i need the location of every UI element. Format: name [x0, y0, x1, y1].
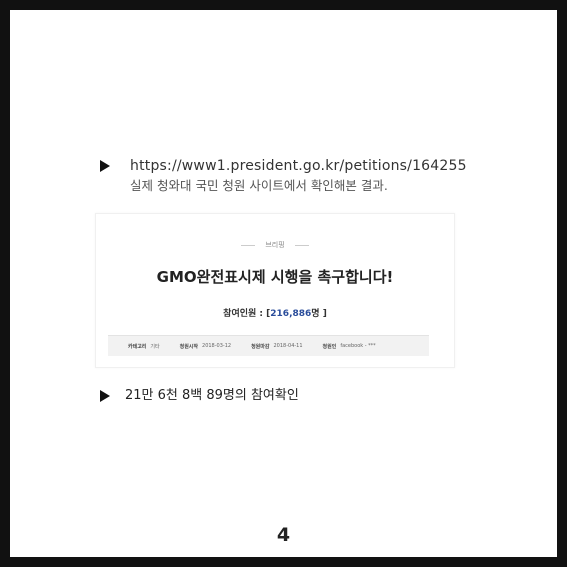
check-block: 21만 6천 8백 89명의 참여확인	[125, 387, 299, 404]
page-number: 4	[276, 524, 291, 546]
petition-screenshot: 브리핑 GMO완전표시제 시행을 촉구합니다! 참여인원 : [216,886명…	[95, 213, 455, 368]
info-label: 청원마감	[251, 343, 270, 350]
count-suffix: 명 ]	[311, 309, 327, 319]
info-label: 카테고리	[128, 343, 147, 350]
count-label: 참여인원 : [	[223, 309, 271, 319]
check-bullet: 21만 6천 8백 89명의 참여확인	[100, 387, 299, 404]
category-line: 브리핑	[96, 240, 454, 250]
info-petitioner: 청원인 facebook - ***	[323, 343, 376, 350]
petition-info-bar: 카테고리 기타 청원시작 2018-03-12 청원마감 2018-04-11 …	[108, 335, 429, 356]
info-label: 청원시작	[179, 343, 199, 350]
url-block: https://www1.president.go.kr/petitions/1…	[130, 157, 467, 195]
participation-check-text: 21만 6천 8백 89명의 참여확인	[125, 388, 299, 403]
url-caption: 실제 청와대 국민 청원 사이트에서 확인해본 결과.	[130, 178, 388, 193]
play-arrow-icon	[100, 160, 110, 172]
info-value: 2018-03-12	[202, 342, 232, 349]
info-start: 청원시작 2018-03-12	[180, 343, 231, 350]
info-label: 청원인	[322, 343, 337, 350]
url-bullet: https://www1.president.go.kr/petitions/1…	[100, 157, 467, 195]
petition-url[interactable]: https://www1.president.go.kr/petitions/1…	[130, 157, 467, 175]
play-arrow-icon	[100, 390, 110, 402]
participant-count: 참여인원 : [216,886명 ]	[96, 306, 454, 319]
info-end: 청원마감 2018-04-11	[251, 343, 302, 350]
petition-category: 브리핑	[265, 241, 285, 249]
petition-title: GMO완전표시제 시행을 촉구합니다!	[156, 268, 394, 286]
info-value: 기타	[150, 343, 160, 350]
divider	[241, 244, 256, 246]
info-category: 카테고리 기타	[128, 343, 160, 350]
info-value: 2018-04-11	[273, 342, 303, 349]
count-value: 216,886	[270, 309, 312, 319]
divider	[294, 244, 309, 246]
info-value: facebook - ***	[340, 342, 376, 349]
